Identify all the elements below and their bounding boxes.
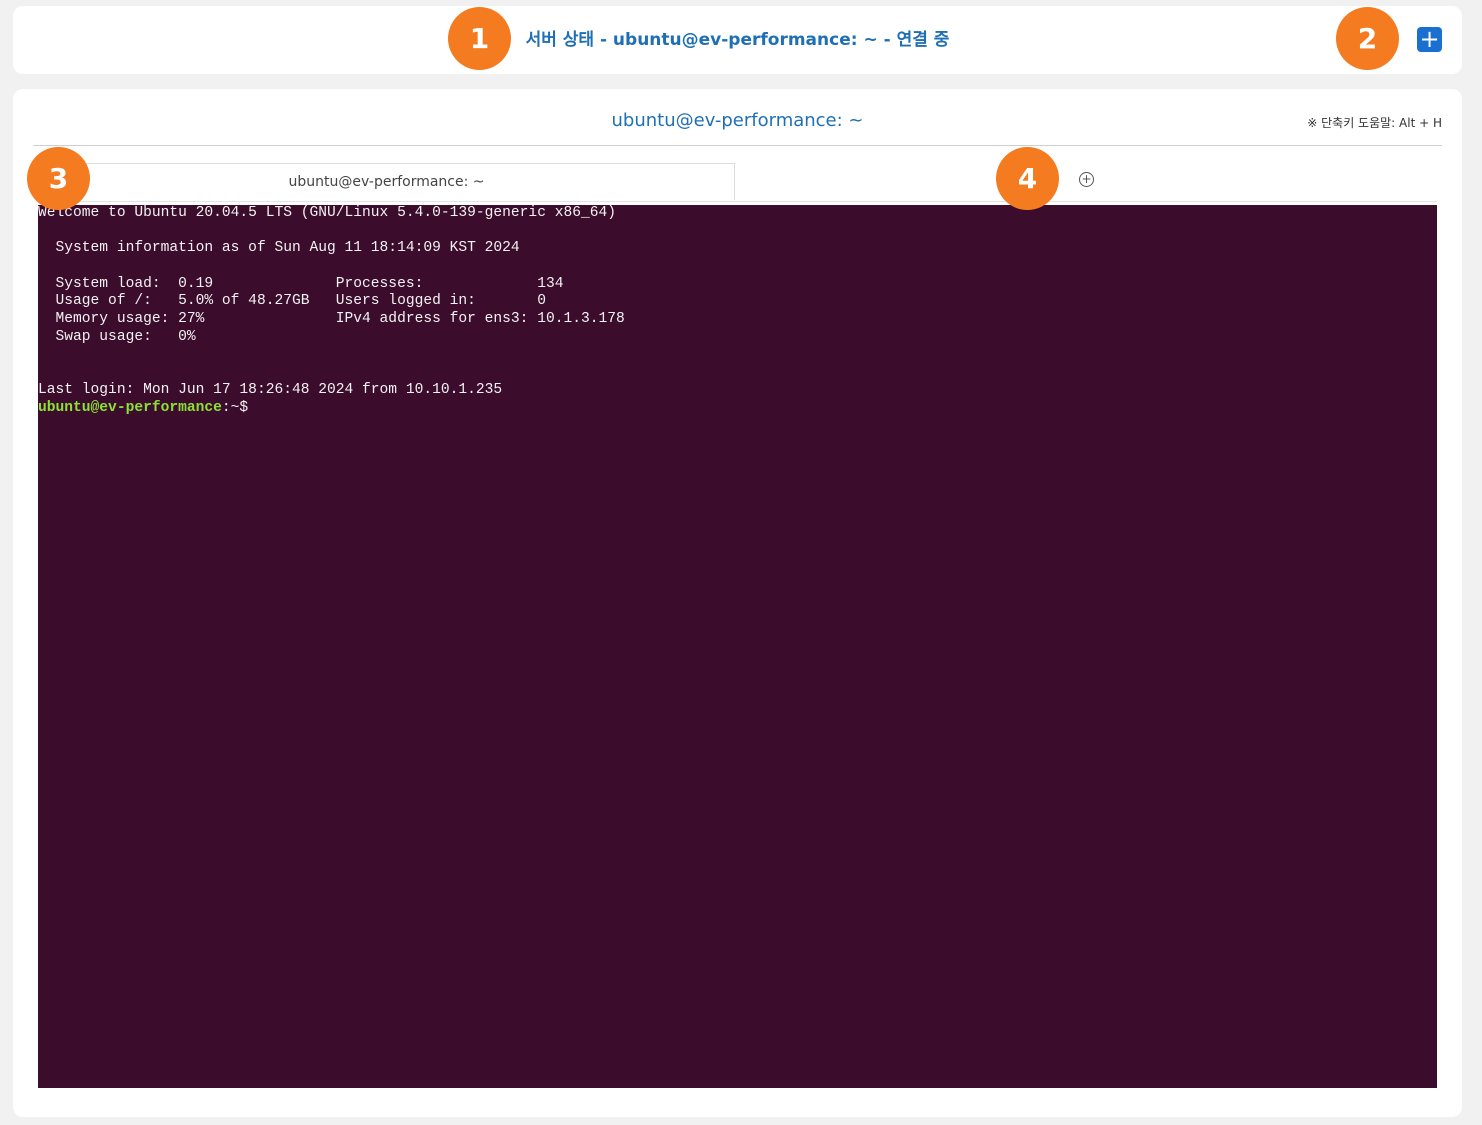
- terminal-screen[interactable]: Welcome to Ubuntu 20.04.5 LTS (GNU/Linux…: [38, 205, 1437, 1088]
- terminal-line: Memory usage: 27% IPv4 address for ens3:…: [38, 311, 625, 328]
- divider: [33, 145, 1442, 146]
- terminal-line: System load: 0.19 Processes: 134: [38, 275, 564, 292]
- shortcut-help-text: ※ 단축키 도움말: Alt + H: [1307, 116, 1442, 130]
- session-title: ubuntu@ev-performance: ~: [611, 110, 864, 131]
- terminal-line: Welcome to Ubuntu 20.04.5 LTS (GNU/Linux…: [38, 205, 617, 221]
- annotation-badge-4: 4: [996, 147, 1059, 210]
- tab-session[interactable]: ubuntu@ev-performance: ~: [38, 163, 735, 200]
- annotation-badge-1: 1: [448, 7, 511, 70]
- tab-strip: ubuntu@ev-performance: ~ +: [38, 163, 1437, 202]
- terminal-line: Last login: Mon Jun 17 18:26:48 2024 fro…: [38, 381, 503, 398]
- annotation-badge-2: 2: [1336, 7, 1399, 70]
- terminal-prompt: ubuntu@ev-performance:~$: [38, 400, 1437, 418]
- plus-icon: +: [1419, 25, 1440, 53]
- prompt-user: ubuntu@ev-performance: [38, 399, 222, 416]
- window-header-bar: 서버 상태 - ubuntu@ev-performance: ~ - 연결 중 …: [13, 6, 1462, 74]
- add-tab-button[interactable]: +: [1079, 172, 1094, 187]
- prompt-suffix: :~$: [221, 399, 249, 416]
- terminal-line: Swap usage: 0%: [38, 328, 196, 345]
- circle-plus-icon: +: [1081, 172, 1092, 186]
- add-button[interactable]: +: [1417, 27, 1442, 52]
- terminal-line: System information as of Sun Aug 11 18:1…: [38, 240, 520, 257]
- tab-label: ubuntu@ev-performance: ~: [288, 174, 485, 190]
- terminal-panel: ubuntu@ev-performance: ~ ※ 단축키 도움말: Alt …: [13, 89, 1462, 1117]
- annotation-badge-3: 3: [27, 147, 90, 210]
- terminal-line: Usage of /: 5.0% of 48.27GB Users logged…: [38, 293, 546, 310]
- server-status-title: 서버 상태 - ubuntu@ev-performance: ~ - 연결 중: [525, 30, 950, 50]
